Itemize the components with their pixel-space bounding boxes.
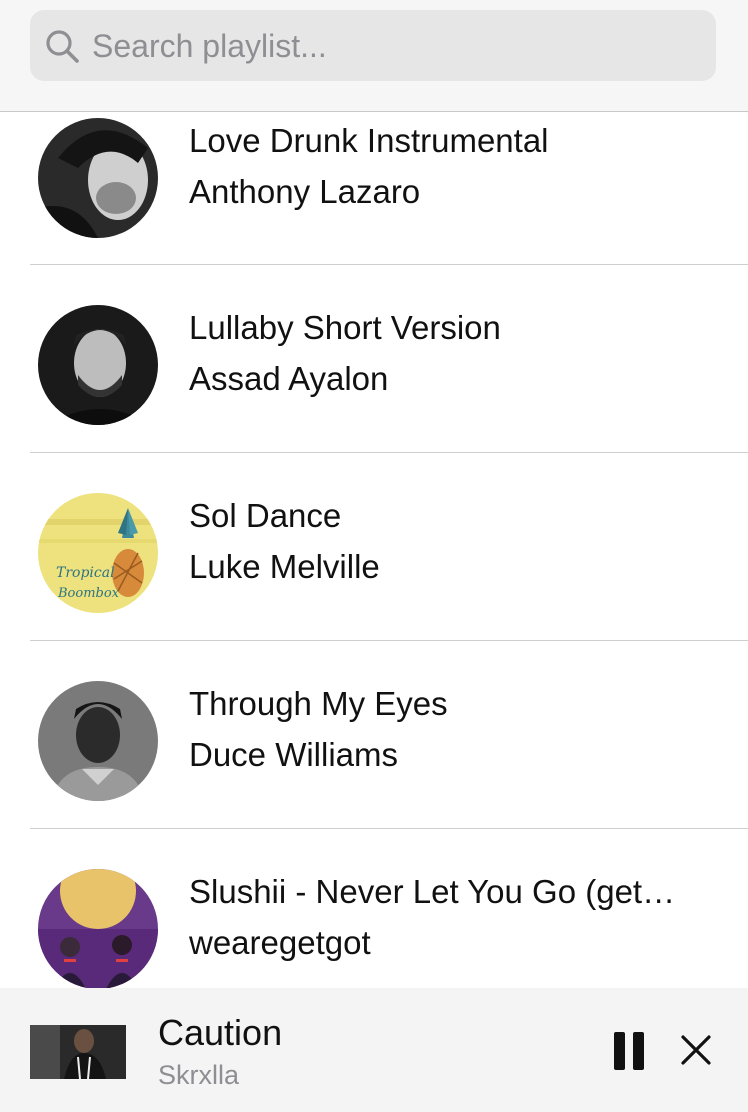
track-title: Through My Eyes xyxy=(189,685,448,722)
pause-icon[interactable] xyxy=(612,1032,646,1070)
track-artist: Luke Melville xyxy=(189,548,380,585)
playlist: Love Drunk Instrumental Anthony Lazaro L… xyxy=(0,112,748,1017)
album-art-text-1: Tropical xyxy=(56,565,115,581)
now-playing-bar[interactable]: Caution Skrxlla xyxy=(0,988,748,1112)
track-artist: Duce Williams xyxy=(189,736,399,773)
list-item[interactable]: Love Drunk Instrumental Anthony Lazaro xyxy=(0,112,748,265)
avatar xyxy=(38,305,158,425)
avatar xyxy=(38,681,158,801)
search-bar xyxy=(0,0,748,112)
avatar xyxy=(38,118,158,238)
album-art-text-2: Boombox xyxy=(57,586,120,601)
track-artist: Assad Ayalon xyxy=(189,360,389,397)
avatar xyxy=(38,869,158,989)
now-playing-artwork xyxy=(30,1025,126,1079)
list-item[interactable]: Lullaby Short Version Assad Ayalon xyxy=(0,265,748,453)
now-playing-title: Caution xyxy=(158,1012,283,1053)
track-title: Love Drunk Instrumental xyxy=(189,122,549,159)
search-input[interactable] xyxy=(90,10,694,83)
track-title: Slushii - Never Let You Go (get… xyxy=(189,873,676,910)
now-playing-artist: Skrxlla xyxy=(158,1060,240,1090)
track-title: Sol Dance xyxy=(189,497,342,534)
track-artist: wearegetgot xyxy=(189,924,371,961)
avatar: Tropical Boombox xyxy=(38,493,158,613)
list-item[interactable]: Through My Eyes Duce Williams xyxy=(0,641,748,829)
close-icon[interactable] xyxy=(680,1034,712,1066)
track-title: Lullaby Short Version xyxy=(189,309,501,346)
search-icon xyxy=(46,30,79,63)
track-artist: Anthony Lazaro xyxy=(189,173,421,210)
search-field[interactable] xyxy=(30,10,716,83)
list-item[interactable]: Tropical Boombox Sol Dance Luke Melville xyxy=(0,453,748,641)
